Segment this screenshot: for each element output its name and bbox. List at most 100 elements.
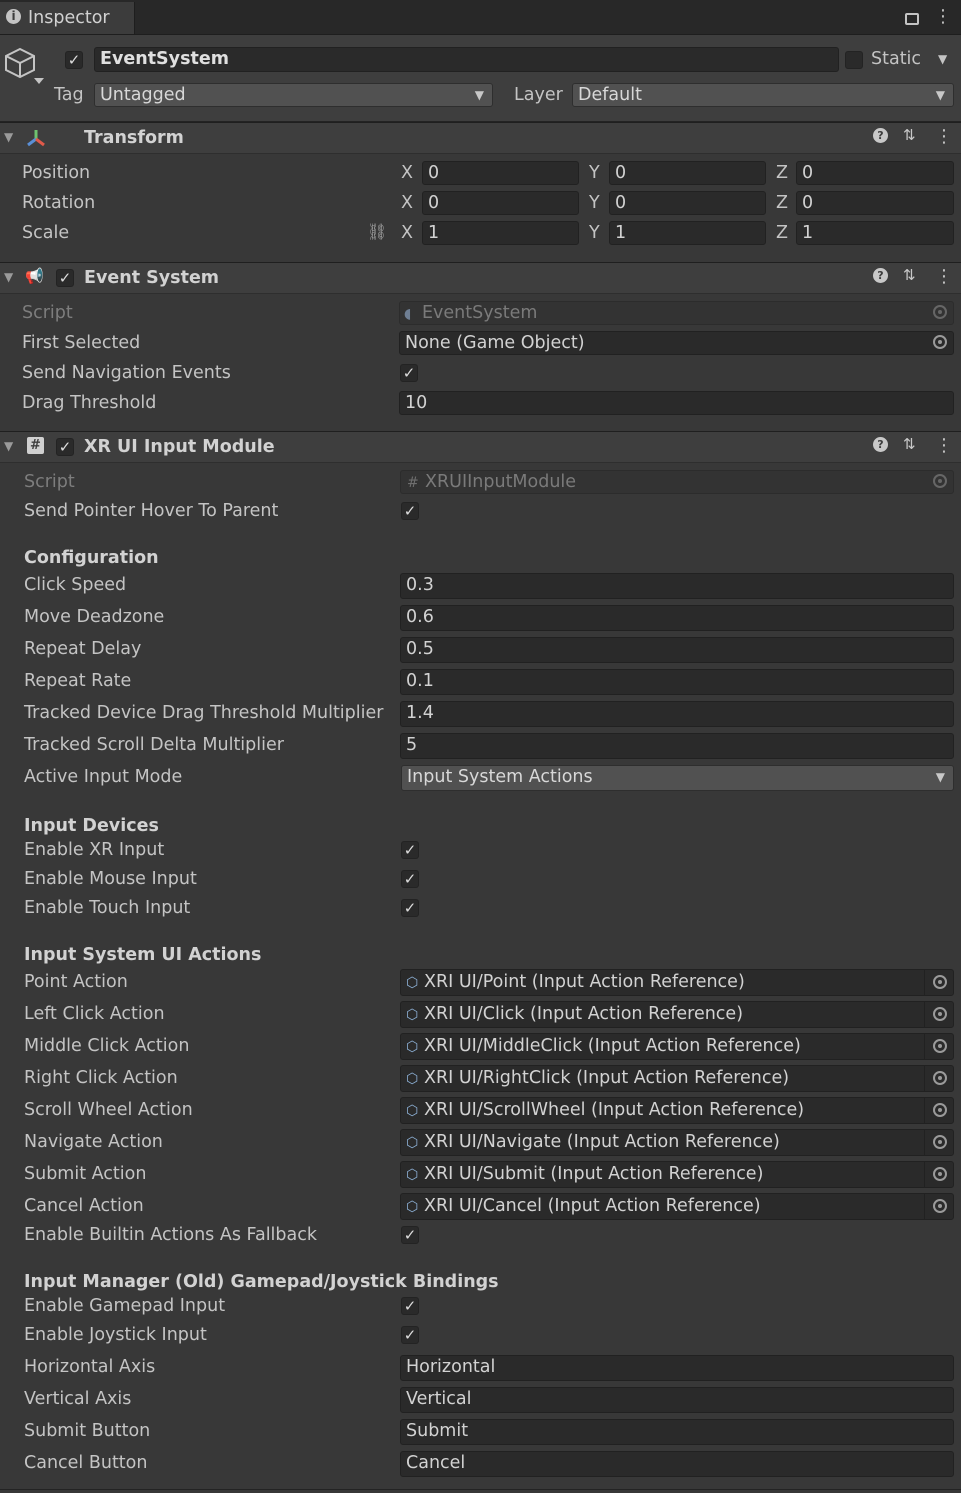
scale-z-field[interactable]: 1 [796, 221, 954, 245]
middle-click-action-label: Middle Click Action [24, 1036, 190, 1056]
component-menu-icon[interactable]: ⋮ [935, 126, 953, 147]
xr-module-enabled-checkbox[interactable]: ✓ [56, 438, 74, 456]
position-x-field[interactable]: 0 [422, 161, 579, 185]
foldout-arrow-icon[interactable]: ▼ [4, 270, 13, 284]
touch-input-checkbox[interactable]: ✓ [401, 899, 419, 917]
rotation-x-field[interactable]: 0 [422, 191, 579, 215]
transform-title: Transform [84, 128, 184, 148]
middle-click-action-field[interactable]: ⬡ XRI UI/MiddleClick (Input Action Refere… [400, 1033, 954, 1060]
scale-x-field[interactable]: 1 [422, 221, 579, 245]
object-picker-button[interactable] [924, 1130, 953, 1155]
repeat-delay-field[interactable]: 0.5 [400, 637, 954, 663]
object-picker-button[interactable] [924, 970, 953, 995]
submit-action-field[interactable]: ⬡ XRI UI/Submit (Input Action Reference) [400, 1161, 954, 1188]
fallback-checkbox[interactable]: ✓ [401, 1226, 419, 1244]
active-mode-dropdown[interactable]: Input System Actions ▼ [401, 765, 954, 791]
cancel-action-field[interactable]: ⬡ XRI UI/Cancel (Input Action Reference) [400, 1193, 954, 1220]
axis-x-label[interactable]: X [401, 192, 413, 214]
right-click-action-field[interactable]: ⬡ XRI UI/RightClick (Input Action Referen… [400, 1065, 954, 1092]
active-checkbox[interactable]: ✓ [65, 51, 83, 69]
event-system-header[interactable]: ▼ 📢 ✓ Event System ? ⇅ ⋮ [0, 262, 961, 294]
bottom-divider [0, 1489, 961, 1490]
component-menu-icon[interactable]: ⋮ [935, 435, 953, 456]
rotation-y-field[interactable]: 0 [609, 191, 766, 215]
click-speed-field[interactable]: 0.3 [400, 573, 954, 599]
script-icon: ◖ [404, 306, 412, 322]
object-picker-button[interactable] [924, 1162, 953, 1187]
help-icon[interactable]: ? [873, 128, 888, 143]
transform-header[interactable]: ▼ Transform ? ⇅ ⋮ [0, 122, 961, 154]
scroll-multiplier-field[interactable]: 5 [400, 733, 954, 759]
axis-y-label[interactable]: Y [589, 192, 600, 214]
axis-x-label[interactable]: X [401, 162, 413, 184]
left-click-action-value: XRI UI/Click (Input Action Reference) [424, 1004, 744, 1024]
object-picker-icon [933, 1135, 947, 1149]
move-deadzone-field[interactable]: 0.6 [400, 605, 954, 631]
vertical-axis-field[interactable]: Vertical [400, 1387, 954, 1413]
foldout-arrow-icon[interactable]: ▼ [4, 439, 13, 453]
axis-x-label[interactable]: X [401, 222, 413, 244]
position-y-field[interactable]: 0 [609, 161, 766, 185]
layer-dropdown[interactable]: Default ▼ [572, 83, 954, 107]
tab-menu-icon[interactable]: ⋮ [934, 4, 952, 30]
tag-dropdown[interactable]: Untagged ▼ [94, 83, 493, 107]
send-nav-checkbox[interactable]: ✓ [400, 364, 418, 382]
xr-module-header[interactable]: ▼ # ✓ XR UI Input Module ? ⇅ ⋮ [0, 431, 961, 463]
submit-button-field[interactable]: Submit [400, 1419, 954, 1445]
position-label: Position [22, 163, 91, 183]
object-picker-button[interactable] [924, 1002, 953, 1027]
constrain-proportions-icon[interactable]: ⛓ [367, 222, 387, 241]
left-click-action-field[interactable]: ⬡ XRI UI/Click (Input Action Reference) [400, 1001, 954, 1028]
axis-z-label[interactable]: Z [776, 162, 788, 184]
object-picker-button[interactable] [924, 1098, 953, 1123]
point-action-field[interactable]: ⬡ XRI UI/Point (Input Action Reference) [400, 969, 954, 996]
axis-z-label[interactable]: Z [776, 222, 788, 244]
fallback-label: Enable Builtin Actions As Fallback [24, 1225, 318, 1245]
object-picker-icon[interactable] [933, 335, 947, 349]
drag-multiplier-field[interactable]: 1.4 [400, 701, 954, 727]
hover-checkbox[interactable]: ✓ [401, 502, 419, 520]
scale-y-field[interactable]: 1 [609, 221, 766, 245]
presets-icon[interactable]: ⇅ [903, 266, 916, 284]
scroll-wheel-action-field[interactable]: ⬡ XRI UI/ScrollWheel (Input Action Refere… [400, 1097, 954, 1124]
horizontal-axis-field[interactable]: Horizontal [400, 1355, 954, 1381]
object-picker-button[interactable] [924, 1066, 953, 1091]
component-menu-icon[interactable]: ⋮ [935, 266, 953, 287]
object-picker-icon [933, 1039, 947, 1053]
event-system-enabled-checkbox[interactable]: ✓ [56, 269, 74, 287]
help-icon[interactable]: ? [873, 437, 888, 452]
gamepad-input-checkbox[interactable]: ✓ [401, 1297, 419, 1315]
object-picker-button[interactable] [924, 1034, 953, 1059]
axis-z-label[interactable]: Z [776, 192, 788, 214]
inspector-tab[interactable]: i Inspector [0, 2, 135, 34]
static-label: Static [871, 49, 922, 69]
first-selected-field[interactable]: None (Game Object) [399, 331, 954, 355]
info-icon: i [6, 9, 21, 24]
chevron-down-icon: ▼ [935, 770, 945, 784]
axis-y-label[interactable]: Y [589, 222, 600, 244]
help-icon[interactable]: ? [873, 268, 888, 283]
repeat-rate-label: Repeat Rate [24, 671, 132, 691]
xr-input-checkbox[interactable]: ✓ [401, 841, 419, 859]
object-picker-icon [933, 1199, 947, 1213]
object-picker-button[interactable] [924, 1194, 953, 1219]
lock-icon[interactable] [905, 13, 919, 25]
axis-y-label[interactable]: Y [589, 162, 600, 184]
navigate-action-field[interactable]: ⬡ XRI UI/Navigate (Input Action Reference… [400, 1129, 954, 1156]
presets-icon[interactable]: ⇅ [903, 126, 916, 144]
mouse-input-checkbox[interactable]: ✓ [401, 870, 419, 888]
static-dropdown-arrow[interactable]: ▼ [938, 52, 947, 66]
foldout-arrow-icon[interactable]: ▼ [4, 130, 13, 144]
object-name-field[interactable]: EventSystem [94, 47, 839, 72]
input-action-icon: ⬡ [406, 1167, 419, 1183]
presets-icon[interactable]: ⇅ [903, 435, 916, 453]
position-z-field[interactable]: 0 [796, 161, 954, 185]
submit-action-value: XRI UI/Submit (Input Action Reference) [424, 1164, 764, 1184]
static-checkbox[interactable] [845, 51, 863, 69]
joystick-input-checkbox[interactable]: ✓ [401, 1326, 419, 1344]
repeat-rate-field[interactable]: 0.1 [400, 669, 954, 695]
cancel-button-field[interactable]: Cancel [400, 1451, 954, 1477]
rotation-z-field[interactable]: 0 [796, 191, 954, 215]
submit-button-label: Submit Button [24, 1421, 151, 1441]
drag-threshold-field[interactable]: 10 [399, 391, 954, 415]
